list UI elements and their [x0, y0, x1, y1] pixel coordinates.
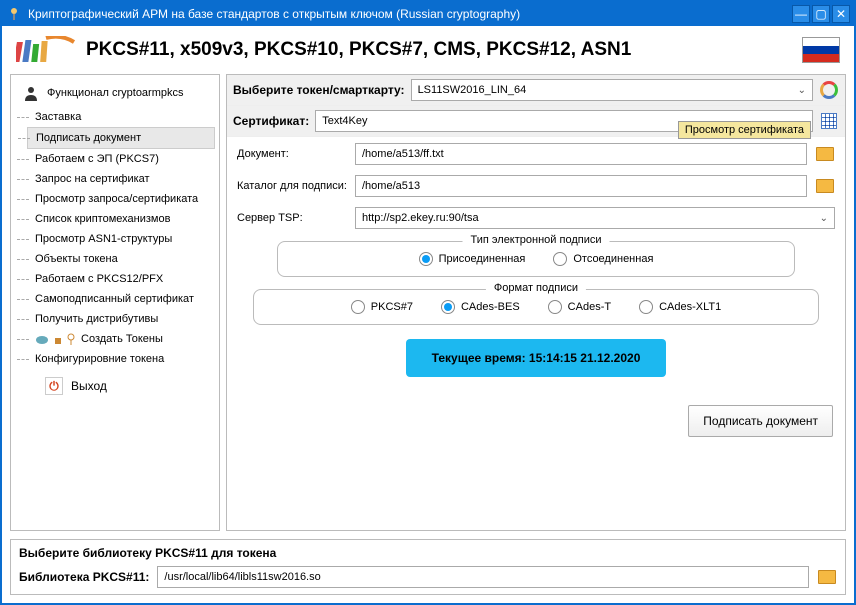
- sidebar-item[interactable]: Просмотр ASN1-структуры: [27, 229, 215, 249]
- lib-row: Библиотека PKCS#11:: [19, 566, 837, 588]
- app-window: Криптографический АРМ на базе стандартов…: [0, 0, 856, 605]
- header: PKCS#11, x509v3, PKCS#10, PKCS#7, CMS, P…: [2, 26, 854, 74]
- exit-label: Выход: [71, 379, 107, 393]
- tsp-row: Сервер TSP: http://sp2.ekey.ru:90/tsa ⌄: [237, 207, 835, 229]
- sidebar-item[interactable]: Конфигурировние токена: [27, 349, 215, 369]
- lib-label: Библиотека PKCS#11:: [19, 570, 149, 584]
- radio-option[interactable]: PKCS#7: [351, 300, 413, 314]
- folder-icon[interactable]: [815, 144, 835, 164]
- exit-item[interactable]: ⏻ Выход: [37, 373, 215, 399]
- time-badge: Текущее время: 15:14:15 21.12.2020: [406, 339, 666, 377]
- tree-root[interactable]: Функционал cryptoarmpkcs: [15, 81, 215, 105]
- radio-icon: [548, 300, 562, 314]
- document-label: Документ:: [237, 148, 347, 160]
- sigdir-label: Каталог для подписи:: [237, 180, 347, 192]
- tsp-label: Сервер TSP:: [237, 212, 347, 224]
- minimize-button[interactable]: —: [792, 5, 810, 23]
- sigformat-fieldset: Формат подписи PKCS#7CAdes-BESCAdes-TCAd…: [253, 289, 819, 325]
- cloud-icon: [35, 333, 49, 345]
- sidebar-item[interactable]: Самоподписанный сертификат: [27, 289, 215, 309]
- sigdir-row: Каталог для подписи:: [237, 175, 835, 197]
- footer-panel: Выберите библиотеку PKCS#11 для токена Б…: [10, 539, 846, 595]
- document-row: Документ:: [237, 143, 835, 165]
- sidebar: Функционал cryptoarmpkcs ЗаставкаПодписа…: [10, 74, 220, 531]
- power-icon: ⏻: [45, 377, 63, 395]
- radio-icon: [441, 300, 455, 314]
- app-icon: [6, 6, 22, 22]
- document-input[interactable]: [355, 143, 807, 165]
- window-controls: — ▢ ✕: [792, 5, 850, 23]
- sigdir-input[interactable]: [355, 175, 807, 197]
- lock-icon: [53, 333, 63, 345]
- flag-icon[interactable]: [802, 37, 840, 63]
- cert-label: Сертификат:: [233, 114, 309, 128]
- submit-row: Подписать документ: [227, 397, 845, 445]
- sidebar-item[interactable]: Запрос на сертификат: [27, 169, 215, 189]
- chevron-down-icon: ⌄: [798, 85, 806, 96]
- maximize-button[interactable]: ▢: [812, 5, 830, 23]
- chevron-down-icon: ⌄: [820, 213, 828, 224]
- radio-icon: [351, 300, 365, 314]
- sidebar-item[interactable]: Подписать документ: [27, 127, 215, 149]
- view-cert-icon[interactable]: [819, 111, 839, 131]
- sidebar-item[interactable]: Заставка: [27, 107, 215, 127]
- footer-title: Выберите библиотеку PKCS#11 для токена: [19, 546, 837, 560]
- titlebar: Криптографический АРМ на базе стандартов…: [2, 2, 854, 26]
- refresh-icon[interactable]: [819, 80, 839, 100]
- radio-option[interactable]: Отсоединенная: [553, 252, 653, 266]
- folder-icon[interactable]: [817, 567, 837, 587]
- window-title: Криптографический АРМ на базе стандартов…: [28, 7, 786, 21]
- folder-icon[interactable]: [815, 176, 835, 196]
- radio-option[interactable]: CAdes-BES: [441, 300, 520, 314]
- token-row: Выберите токен/смарткарту: LS11SW2016_LI…: [227, 75, 845, 106]
- token-select[interactable]: LS11SW2016_LIN_64 ⌄: [411, 79, 813, 101]
- sign-button[interactable]: Подписать документ: [688, 405, 833, 437]
- sigformat-legend: Формат подписи: [486, 282, 586, 294]
- close-button[interactable]: ✕: [832, 5, 850, 23]
- radio-icon: [553, 252, 567, 266]
- books-icon: [16, 36, 76, 64]
- main-area: Функционал cryptoarmpkcs ЗаставкаПодписа…: [2, 74, 854, 539]
- radio-icon: [639, 300, 653, 314]
- radio-icon: [419, 252, 433, 266]
- radio-option[interactable]: CAdes-XLT1: [639, 300, 721, 314]
- sidebar-item[interactable]: Список криптомеханизмов: [27, 209, 215, 229]
- sidebar-item[interactable]: Объекты токена: [27, 249, 215, 269]
- person-icon: [21, 85, 41, 101]
- radio-option[interactable]: CAdes-T: [548, 300, 611, 314]
- sigtype-fieldset: Тип электронной подписи ПрисоединеннаяОт…: [277, 241, 795, 277]
- token-label: Выберите токен/смарткарту:: [233, 83, 405, 97]
- tree-root-label: Функционал cryptoarmpkcs: [47, 87, 184, 99]
- lib-input[interactable]: [157, 566, 809, 588]
- sidebar-item[interactable]: Получить дистрибутивы: [27, 309, 215, 329]
- sidebar-item[interactable]: Создать Токены: [27, 329, 215, 349]
- header-title: PKCS#11, x509v3, PKCS#10, PKCS#7, CMS, P…: [86, 39, 792, 61]
- sigtype-legend: Тип электронной подписи: [463, 234, 610, 246]
- tsp-select[interactable]: http://sp2.ekey.ru:90/tsa ⌄: [355, 207, 835, 229]
- content-panel: Выберите токен/смарткарту: LS11SW2016_LI…: [226, 74, 846, 531]
- sidebar-item[interactable]: Работаем с PKCS12/PFX: [27, 269, 215, 289]
- cert-tooltip: Просмотр сертификата: [678, 121, 811, 139]
- radio-option[interactable]: Присоединенная: [419, 252, 526, 266]
- key-icon: [67, 333, 77, 345]
- sidebar-item[interactable]: Просмотр запроса/сертификата: [27, 189, 215, 209]
- sidebar-item[interactable]: Работаем с ЭП (PKCS7): [27, 149, 215, 169]
